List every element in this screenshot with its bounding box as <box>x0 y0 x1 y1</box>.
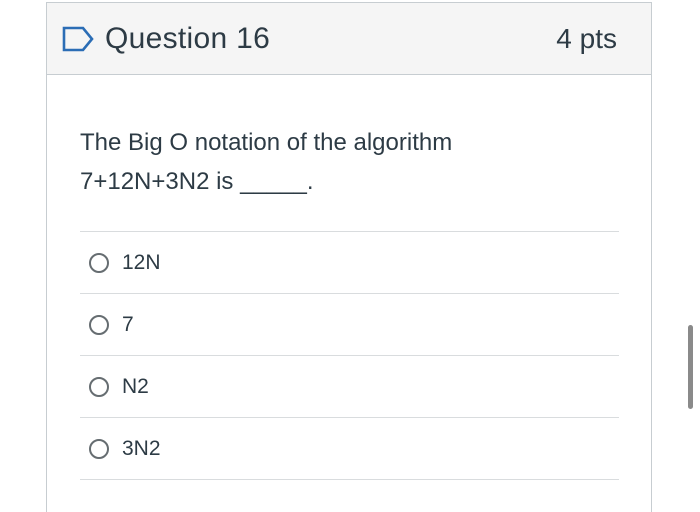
radio-button-icon[interactable] <box>89 314 109 335</box>
radio-button-icon[interactable] <box>89 252 109 273</box>
answer-option-4[interactable]: 3N2 <box>80 418 619 480</box>
answer-option-2[interactable]: 7 <box>80 294 619 356</box>
question-text-line-2: 7+12N+3N2 is _____. <box>80 168 314 195</box>
question-header-left: Question 16 <box>61 22 270 56</box>
answer-label: 7 <box>122 312 134 336</box>
question-card: Question 16 4 pts The Big O notation of … <box>46 2 652 512</box>
answer-label: 12N <box>122 250 161 274</box>
radio-button-icon[interactable] <box>89 376 109 397</box>
answer-label: N2 <box>122 374 149 398</box>
question-text-line-1: The Big O notation of the algorithm <box>80 129 453 156</box>
question-header: Question 16 4 pts <box>47 3 651 75</box>
question-body: The Big O notation of the algorithm 7+12… <box>47 75 651 480</box>
quiz-page: Question 16 4 pts The Big O notation of … <box>0 0 700 512</box>
answer-label: 3N2 <box>122 436 161 460</box>
answer-option-3[interactable]: N2 <box>80 356 619 418</box>
vertical-scrollbar[interactable] <box>688 325 693 409</box>
answer-list: 12N 7 N2 3N2 <box>80 231 619 480</box>
question-points: 4 pts <box>556 22 617 54</box>
question-title: Question 16 <box>105 21 271 55</box>
flag-question-icon[interactable] <box>61 25 95 53</box>
radio-button-icon[interactable] <box>89 438 109 459</box>
answer-option-1[interactable]: 12N <box>80 232 619 294</box>
question-text: The Big O notation of the algorithm 7+12… <box>80 123 619 201</box>
